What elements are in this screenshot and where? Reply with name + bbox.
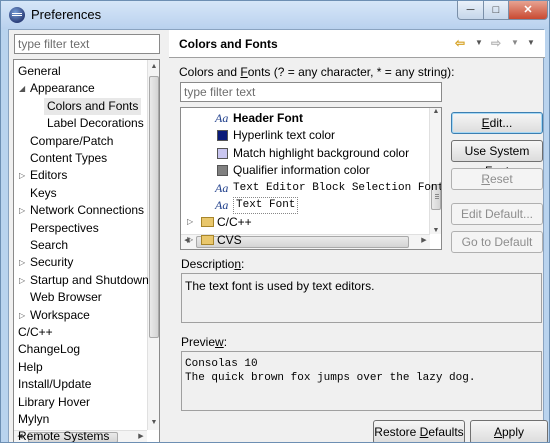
tree-expand-icon[interactable]: ▷ [19, 202, 25, 219]
preferences-window: Preferences ─ □ ✕ ▲ ▼ ◀ ▶ General◢Appear… [0, 0, 550, 443]
colors-fonts-filter-label: Colors and Fonts (? = any character, * =… [179, 65, 455, 79]
color-font-item[interactable]: C/C++ [217, 214, 252, 231]
preference-tree-item[interactable]: Install/Update [18, 376, 91, 393]
minimize-button[interactable]: ─ [457, 1, 484, 20]
preference-tree-item[interactable]: Perspectives [30, 220, 99, 237]
tree-expand-icon[interactable]: ▷ [19, 167, 25, 184]
forward-arrow-icon[interactable]: ⇨ [491, 35, 501, 51]
font-preview: Consolas 10 The quick brown fox jumps ove… [181, 351, 542, 411]
scroll-down-arrow-icon[interactable]: ▼ [148, 416, 159, 430]
preference-tree-item[interactable]: Web Browser [30, 289, 102, 306]
reset-button[interactable]: Reset [451, 168, 543, 190]
preference-tree-item[interactable]: Appearance [30, 80, 95, 97]
title-bar[interactable]: Preferences ─ □ ✕ [1, 1, 549, 29]
window-title: Preferences [31, 7, 102, 22]
preview-label: Preview: [181, 335, 228, 349]
color-font-item[interactable]: CVS [217, 232, 242, 249]
color-font-item[interactable]: Text Editor Block Selection Font [233, 180, 441, 197]
edit-default-button[interactable]: Edit Default... [451, 203, 543, 225]
colors-fonts-tree[interactable]: ▲ ▼ ◀ ▶ Aa Header Font Hyperlink text colo… [180, 107, 442, 250]
color-font-item[interactable]: Qualifier information color [233, 162, 370, 179]
apply-button[interactable]: Apply [470, 420, 548, 442]
preference-tree-item[interactable]: Content Types [30, 150, 107, 167]
preference-filter-input[interactable] [14, 34, 160, 54]
tree-expand-icon[interactable]: ▷ [187, 217, 193, 226]
scroll-down-arrow-icon[interactable]: ▼ [430, 227, 441, 234]
font-icon: Aa [215, 198, 229, 212]
preference-tree-item[interactable]: Colors and Fonts [44, 97, 142, 115]
font-icon: Aa [215, 180, 229, 195]
folder-icon [201, 234, 214, 245]
go-to-default-button[interactable]: Go to Default [451, 231, 543, 253]
use-system-font-button[interactable]: Use System Font [451, 140, 543, 178]
eclipse-app-icon [9, 7, 25, 23]
color-font-item[interactable]: Header Font [233, 110, 303, 127]
edit-button[interactable]: Edit... [451, 112, 543, 134]
pane-splitter[interactable] [162, 30, 169, 442]
preference-tree-item[interactable]: Startup and Shutdown [30, 272, 149, 289]
preference-tree-item[interactable]: Workspace [30, 307, 90, 324]
preference-tree-item[interactable]: Search [30, 237, 68, 254]
preference-tree-vertical-scrollbar[interactable]: ▲ ▼ [147, 60, 159, 430]
preview-font-name: Consolas 10 [185, 358, 258, 370]
back-arrow-icon[interactable]: ⇦ [455, 35, 465, 51]
tree-expand-icon[interactable]: ▷ [19, 254, 25, 271]
color-font-item[interactable]: Text Font [233, 197, 299, 214]
description-label: Description: [181, 257, 245, 271]
preview-sample-text: The quick brown fox jumps over the lazy … [185, 372, 476, 384]
color-font-item[interactable]: Hyperlink text color [233, 127, 335, 144]
tree-expand-icon[interactable]: ▷ [187, 235, 193, 244]
preference-tree[interactable]: ▲ ▼ ◀ ▶ General ◢ Appearance Colors and Fon… [13, 59, 160, 442]
preference-tree-item[interactable]: Remote Systems [18, 428, 109, 442]
preference-tree-item[interactable]: Compare/Patch [30, 133, 113, 150]
folder-icon [201, 217, 214, 228]
restore-defaults-button[interactable]: Restore Defaults [373, 420, 465, 442]
preference-tree-item[interactable]: Label Decorations [47, 115, 144, 132]
scroll-right-arrow-icon[interactable]: ▶ [418, 236, 430, 244]
preference-page: Colors and Fonts ⇦ ▼ ⇨ ▼ ▼ Colors and Fo… [169, 30, 548, 442]
preference-tree-item[interactable]: General [18, 63, 61, 80]
color-swatch-icon [217, 130, 228, 142]
colors-fonts-vertical-scrollbar[interactable]: ▲ ▼ [429, 108, 441, 234]
color-font-item[interactable]: Match highlight background color [233, 145, 409, 162]
preference-tree-item[interactable]: ChangeLog [18, 341, 80, 358]
color-swatch-icon [217, 165, 228, 177]
description-text: The text font is used by text editors. [181, 273, 542, 323]
preference-tree-item[interactable]: Security [30, 254, 73, 271]
back-history-dropdown-icon[interactable]: ▼ [475, 35, 483, 51]
preference-tree-item[interactable]: Mylyn [18, 411, 49, 428]
tree-expand-icon[interactable]: ▷ [19, 272, 25, 289]
color-swatch-icon [217, 147, 228, 159]
font-icon: Aa [215, 111, 229, 125]
tree-expand-icon[interactable]: ▷ [19, 307, 25, 324]
preference-tree-item[interactable]: Keys [30, 185, 57, 202]
scroll-right-arrow-icon[interactable]: ▶ [135, 431, 147, 442]
preference-tree-item[interactable]: Help [18, 359, 43, 376]
preference-tree-item[interactable]: Network Connections [30, 202, 144, 219]
colors-fonts-filter-input[interactable] [180, 82, 442, 102]
tree-collapse-icon[interactable]: ◢ [19, 80, 25, 97]
preference-tree-item[interactable]: C/C++ [18, 324, 53, 341]
close-button[interactable]: ✕ [508, 1, 548, 20]
preference-tree-item[interactable]: Library Hover [18, 394, 90, 411]
view-menu-icon[interactable]: ▼ [527, 35, 535, 51]
page-header: Colors and Fonts ⇦ ▼ ⇨ ▼ ▼ [169, 30, 545, 58]
preference-tree-item[interactable]: Editors [30, 167, 67, 184]
scrollbar-thumb[interactable] [149, 76, 159, 338]
forward-history-dropdown-icon[interactable]: ▼ [511, 35, 519, 51]
preference-navigation-pane: ▲ ▼ ◀ ▶ General◢AppearanceColors and Fon… [9, 30, 161, 442]
scroll-up-arrow-icon[interactable]: ▲ [148, 60, 159, 74]
scroll-up-arrow-icon[interactable]: ▲ [430, 108, 441, 115]
page-title: Colors and Fonts [179, 37, 278, 51]
maximize-button[interactable]: □ [483, 1, 509, 20]
dialog-client-area: ▲ ▼ ◀ ▶ General◢AppearanceColors and Fon… [8, 29, 548, 442]
